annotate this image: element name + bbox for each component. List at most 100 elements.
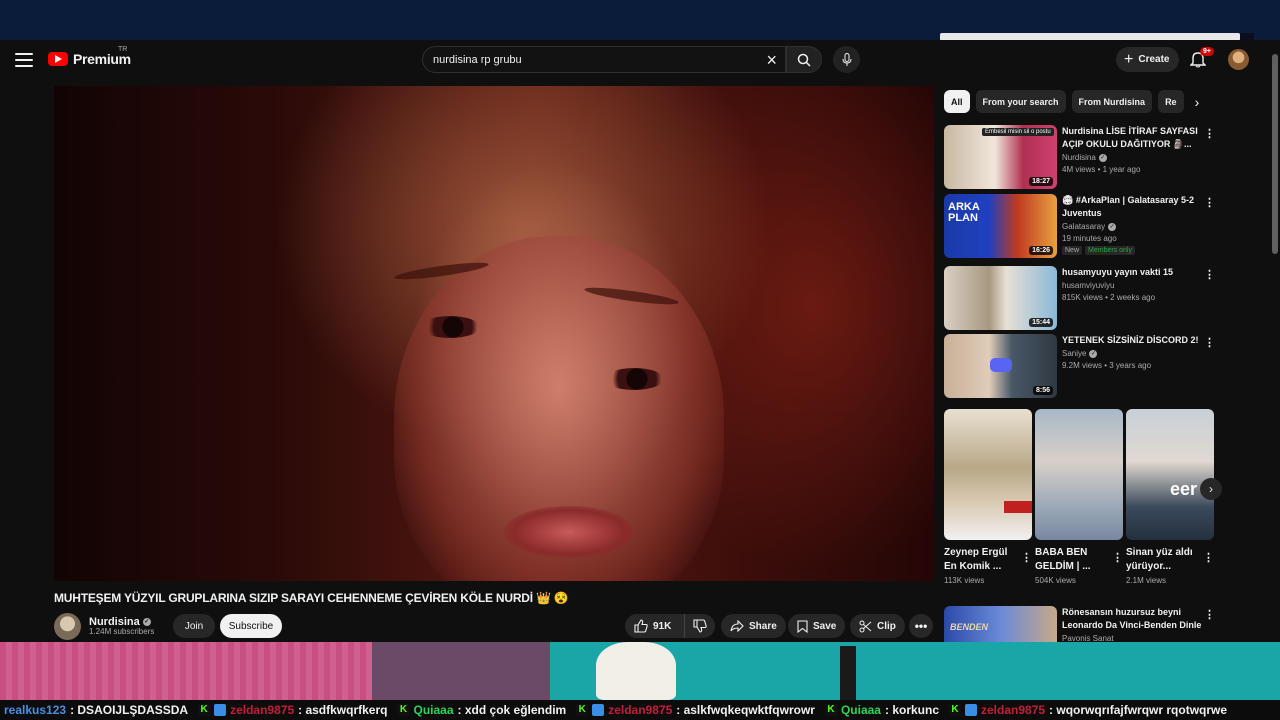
short-item[interactable]: eer Sinan yüz aldı yürüyor... 2.1M views…: [1126, 409, 1214, 585]
video-thumbnail[interactable]: 8:56: [944, 334, 1057, 398]
clip-button[interactable]: Clip: [850, 614, 905, 638]
video-thumbnail[interactable]: ARKA PLAN 16:26: [944, 194, 1057, 258]
channel-name[interactable]: Nurdisina: [89, 616, 140, 628]
discord-icon: [990, 358, 1012, 372]
youtube-window: Premium TR × + Create 9+ MUHTEŞEM: [0, 40, 1280, 642]
create-button[interactable]: + Create: [1116, 47, 1180, 72]
search-box[interactable]: ×: [422, 46, 786, 73]
chat-text: : asdfkwqrfkerq: [298, 703, 388, 717]
recommendation-badges: New Members only: [1062, 246, 1202, 255]
short-thumbnail[interactable]: [944, 409, 1032, 540]
recommendation-channel[interactable]: Saniye: [1062, 349, 1086, 358]
short-title[interactable]: Sinan yüz aldı yürüyor...: [1126, 546, 1198, 574]
notifications-button[interactable]: 9+: [1189, 47, 1214, 70]
clear-search-icon[interactable]: ×: [766, 51, 777, 69]
subscribe-button[interactable]: Subscribe: [220, 614, 282, 638]
video-frame-detail: [420, 316, 480, 338]
subscriber-count: 1.24M subscribers: [89, 626, 155, 636]
plus-icon: +: [1124, 50, 1134, 68]
voice-search-button[interactable]: [833, 46, 860, 73]
chip-related[interactable]: Re: [1158, 90, 1184, 113]
more-options-icon[interactable]: ⋮: [1204, 608, 1215, 622]
short-title[interactable]: Zeynep Ergül En Komik ...: [944, 546, 1016, 574]
share-icon: [730, 620, 744, 632]
account-avatar[interactable]: [1228, 49, 1249, 70]
youtube-premium-logo[interactable]: Premium TR: [48, 46, 131, 67]
kick-badge-icon: K: [198, 704, 211, 716]
recommendation-channel[interactable]: Nurdisina: [1062, 153, 1096, 162]
chip-from-your-search[interactable]: From your search: [975, 90, 1066, 113]
join-button[interactable]: Join: [173, 614, 215, 638]
share-button[interactable]: Share: [721, 614, 786, 638]
recommendation-channel[interactable]: husamviyuviyu: [1062, 281, 1114, 290]
search-input[interactable]: [433, 53, 753, 66]
like-count: 91K: [653, 620, 672, 632]
chevron-right-icon[interactable]: ›: [1186, 90, 1208, 113]
recommendation-item[interactable]: Embesil misin sil o postu 18:27 Nurdisin…: [944, 125, 1215, 189]
short-item[interactable]: Zeynep Ergül En Komik ... 113K views ⋮: [944, 409, 1032, 585]
channel-name-row[interactable]: Nurdisina ✓: [89, 616, 154, 628]
recommendation-info: Nurdisina LİSE İTİRAF SAYFASI AÇIP OKULU…: [1062, 125, 1202, 174]
recommendation-channel[interactable]: Galatasaray: [1062, 222, 1105, 231]
recommendation-channel[interactable]: Pavonis Sanat: [1062, 634, 1114, 642]
more-options-icon[interactable]: ⋮: [1021, 551, 1032, 564]
recommendation-item[interactable]: 15:44 husamyuyu yayın vakti 15 husamviyu…: [944, 266, 1215, 330]
more-options-icon[interactable]: ⋮: [1112, 551, 1123, 564]
chip-from-channel[interactable]: From Nurdisina: [1071, 90, 1153, 113]
user-badge-icon: [214, 704, 227, 716]
more-actions-icon[interactable]: •••: [909, 614, 933, 638]
search-icon: [797, 53, 811, 67]
dislike-button[interactable]: [685, 614, 715, 638]
more-options-icon[interactable]: ⋮: [1203, 551, 1214, 564]
video-thumbnail[interactable]: Embesil misin sil o postu 18:27: [944, 125, 1057, 189]
thumbnail-caption: ARKA PLAN: [948, 201, 980, 224]
save-button[interactable]: Save: [788, 614, 846, 638]
search-button[interactable]: [786, 46, 822, 73]
video-player[interactable]: [54, 86, 934, 581]
verified-icon: ✓: [1098, 153, 1107, 162]
chat-username: zeldan9875: [608, 703, 673, 717]
stream-cat-paw: [596, 642, 676, 700]
recommendation-title[interactable]: husamyuyu yayın vakti 15: [1062, 266, 1202, 279]
page-scrollbar[interactable]: [1270, 40, 1280, 642]
more-options-icon[interactable]: ⋮: [1204, 127, 1215, 141]
recommendation-channel-row: husamviyuviyu: [1062, 281, 1202, 290]
recommendation-item[interactable]: BENDEN Rönesansın huzursuz beyni Leonard…: [944, 606, 1215, 642]
more-options-icon[interactable]: ⋮: [1204, 196, 1215, 210]
chip-all[interactable]: All: [944, 90, 970, 113]
recommendation-title[interactable]: Rönesansın huzursuz beyni Leonardo Da Vi…: [1062, 606, 1202, 632]
recommendation-title[interactable]: Nurdisina LİSE İTİRAF SAYFASI AÇIP OKULU…: [1062, 125, 1202, 151]
short-thumbnail[interactable]: eer: [1126, 409, 1214, 540]
recommendation-title[interactable]: YETENEK SİZSİNİZ DİSCORD 2!: [1062, 334, 1202, 347]
short-thumbnail[interactable]: [1035, 409, 1123, 540]
short-item[interactable]: BABA BEN GELDİM | ... 504K views ⋮: [1035, 409, 1123, 585]
chat-username: zeldan9875: [230, 703, 295, 717]
menu-icon[interactable]: [14, 50, 34, 70]
scrollbar-thumb[interactable]: [1272, 54, 1278, 254]
video-duration: 18:27: [1029, 177, 1053, 186]
more-options-icon[interactable]: ⋮: [1204, 268, 1215, 282]
video-thumbnail[interactable]: 15:44: [944, 266, 1057, 330]
recommendation-info: YETENEK SİZSİNİZ DİSCORD 2! Saniye ✓ 9.2M…: [1062, 334, 1202, 370]
channel-avatar[interactable]: [54, 612, 81, 640]
thumbnail-caption: eer: [1170, 479, 1198, 499]
shorts-next-icon[interactable]: ›: [1200, 478, 1222, 500]
recommendation-channel-row: Saniye ✓: [1062, 349, 1202, 358]
microphone-icon: [842, 52, 851, 66]
video-thumbnail[interactable]: BENDEN: [944, 606, 1057, 642]
user-badge-icon: [592, 704, 605, 716]
chat-message: realkus123 : DSAOIJLŞDASSDA: [4, 703, 188, 717]
shorts-shelf: Zeynep Ergül En Komik ... 113K views ⋮ B…: [944, 409, 1214, 599]
thumbnail-caption: BENDEN: [950, 622, 989, 632]
recommendation-info: husamyuyu yayın vakti 15 husamviyuviyu 8…: [1062, 266, 1202, 302]
recommendation-item[interactable]: 8:56 YETENEK SİZSİNİZ DİSCORD 2! Saniye ✓…: [944, 334, 1215, 398]
more-options-icon[interactable]: ⋮: [1204, 336, 1215, 350]
like-button[interactable]: 91K: [625, 614, 685, 638]
chat-text: : DSAOIJLŞDASSDA: [70, 703, 189, 717]
recommendation-title[interactable]: 🏟 #ArkaPlan | Galatasaray 5-2 Juventus: [1062, 194, 1202, 220]
short-title[interactable]: BABA BEN GELDİM | ...: [1035, 546, 1107, 574]
user-badge-icon: [965, 704, 977, 716]
recommendation-item[interactable]: ARKA PLAN 16:26 🏟 #ArkaPlan | Galatasara…: [944, 194, 1215, 258]
browser-top-band: [0, 0, 1280, 41]
logo-brand-text: Premium: [73, 51, 131, 67]
